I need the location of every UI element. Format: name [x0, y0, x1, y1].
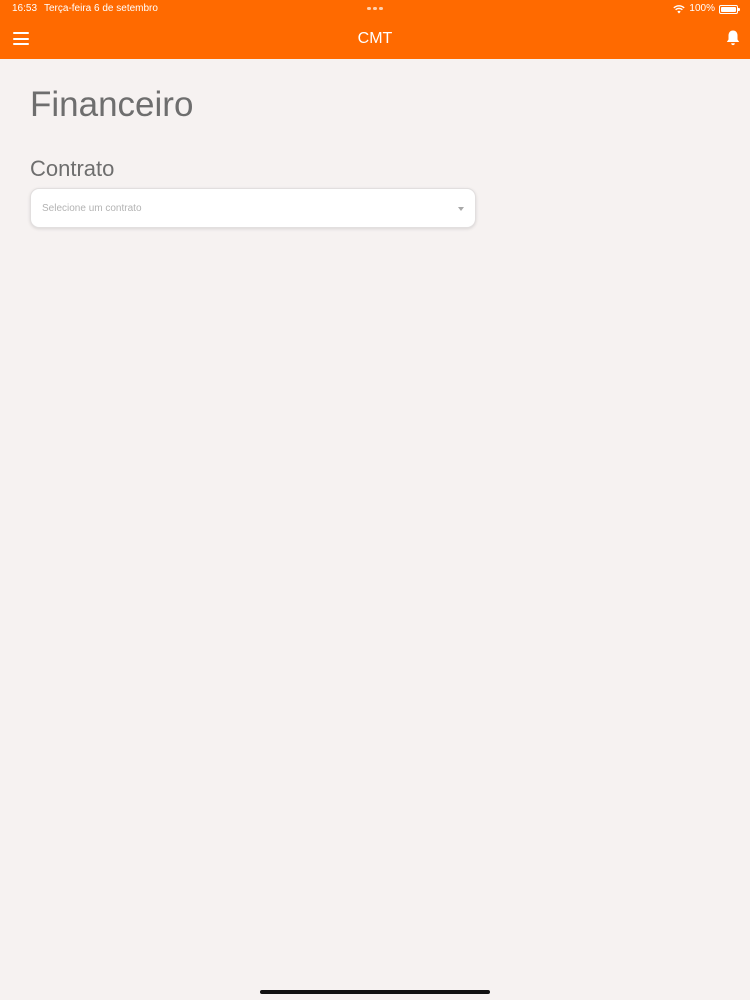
multitasking-dots-icon[interactable]: [367, 7, 383, 10]
contract-select[interactable]: Selecione um contrato: [30, 188, 476, 228]
home-indicator[interactable]: [260, 990, 490, 994]
contract-select-placeholder: Selecione um contrato: [42, 203, 142, 214]
wifi-icon: [673, 5, 686, 14]
app-title: CMT: [357, 30, 393, 47]
battery-percentage: 100%: [689, 3, 715, 14]
battery-icon: [719, 4, 740, 14]
page-title: Financeiro: [30, 85, 194, 124]
status-right: 100%: [673, 0, 740, 18]
status-bar: 16:53 Terça-feira 6 de setembro 100%: [0, 0, 750, 18]
status-date: Terça-feira 6 de setembro: [44, 3, 158, 14]
status-time: 16:53: [12, 3, 38, 14]
contract-label: Contrato: [30, 156, 115, 181]
bell-icon[interactable]: [725, 29, 741, 47]
chevron-down-icon: [458, 207, 464, 211]
app-header: 16:53 Terça-feira 6 de setembro 100% CMT: [0, 0, 750, 59]
